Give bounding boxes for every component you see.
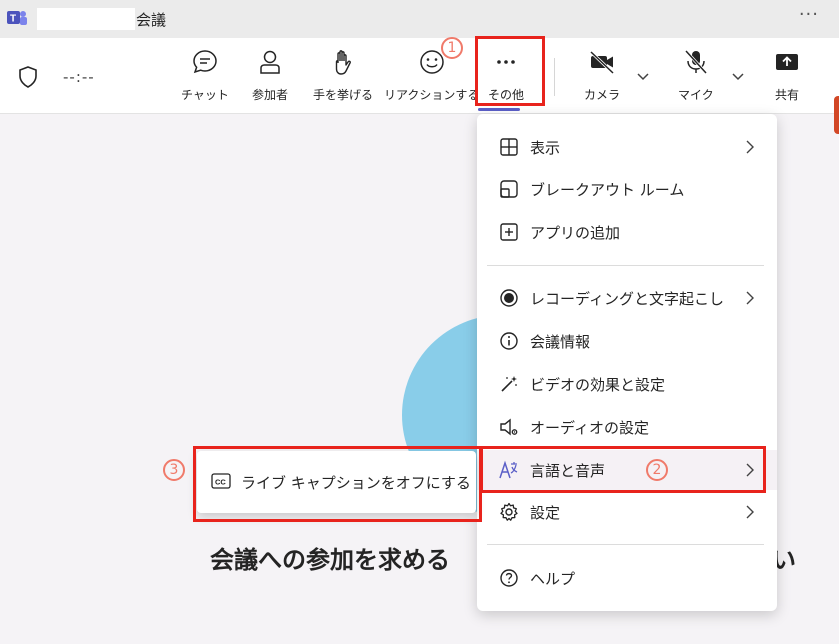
menu-divider: [487, 544, 764, 545]
menu-item-label: オーディオの設定: [530, 418, 649, 437]
more-active-indicator: [478, 108, 520, 111]
breakout-rooms-icon: [500, 180, 518, 198]
info-icon: [500, 332, 518, 350]
menu-item-video-effects[interactable]: ビデオの効果と設定: [477, 364, 777, 404]
camera-options-chevron-icon[interactable]: [636, 72, 650, 82]
menu-item-label: ヘルプ: [530, 569, 576, 588]
reactions-button[interactable]: リアクションする: [384, 48, 479, 108]
share-button[interactable]: 共有: [773, 48, 801, 108]
help-icon: [500, 569, 518, 587]
record-icon: [500, 289, 518, 307]
menu-divider: [487, 265, 764, 266]
step1-badge: 1: [441, 37, 463, 59]
window-title: 会議: [136, 11, 167, 29]
step2-badge: 2: [646, 459, 668, 481]
menu-item-view[interactable]: 表示: [477, 127, 777, 167]
step3-highlight-box: [193, 446, 482, 522]
menu-item-recording[interactable]: レコーディングと文字起こし: [477, 278, 777, 318]
chat-label: チャット: [181, 88, 229, 102]
mic-options-chevron-icon[interactable]: [731, 72, 745, 82]
chat-button[interactable]: チャット: [181, 48, 229, 108]
step1-highlight-box: [475, 36, 545, 106]
camera-off-icon: [589, 50, 615, 75]
menu-item-label: レコーディングと文字起こし: [530, 289, 724, 308]
chevron-right-icon: [746, 505, 754, 519]
grid-view-icon: [500, 138, 518, 156]
meeting-timer: --:--: [63, 68, 95, 86]
gear-icon: [500, 502, 518, 521]
people-button[interactable]: 参加者: [252, 48, 288, 108]
raise-hand-icon: [335, 50, 351, 75]
leave-button[interactable]: [834, 96, 839, 134]
menu-item-label: ビデオの効果と設定: [530, 375, 666, 394]
step2-highlight-box: [480, 446, 766, 493]
toolbar-divider: [554, 58, 555, 96]
mic-off-icon: [684, 49, 707, 75]
svg-text:T: T: [10, 14, 16, 25]
people-label: 参加者: [252, 88, 289, 102]
menu-item-meeting-info[interactable]: 会議情報: [477, 321, 777, 361]
raise-hand-label: 手を挙げる: [313, 88, 374, 102]
menu-item-settings[interactable]: 設定: [477, 492, 777, 532]
step3-badge: 3: [163, 459, 185, 481]
menu-item-help[interactable]: ヘルプ: [477, 558, 777, 598]
chevron-right-icon: [746, 291, 754, 305]
camera-label: カメラ: [584, 88, 621, 102]
menu-item-label: 表示: [530, 138, 561, 157]
speaker-settings-icon: [500, 418, 518, 436]
share-label: 共有: [774, 88, 799, 102]
people-icon: [260, 50, 280, 74]
more-menu: 表示 ブレークアウト ルーム アプリの追加 レコーディングと文字起こし 会議情報…: [477, 114, 777, 611]
camera-button[interactable]: カメラ: [584, 48, 620, 108]
chevron-right-icon: [746, 140, 754, 154]
chat-icon: [193, 50, 217, 74]
menu-item-label: 設定: [530, 503, 561, 522]
add-app-icon: [500, 223, 518, 241]
reactions-label: リアクションする: [384, 88, 480, 102]
teams-logo-icon: T: [7, 11, 27, 25]
shield-icon[interactable]: [18, 66, 38, 88]
title-redacted-area: [37, 8, 135, 30]
menu-item-audio-settings[interactable]: オーディオの設定: [477, 407, 777, 447]
menu-item-label: 会議情報: [530, 332, 591, 351]
mic-button[interactable]: マイク: [678, 48, 714, 108]
title-more-options-icon[interactable]: ···: [799, 4, 819, 25]
menu-item-label: アプリの追加: [530, 223, 621, 242]
menu-item-label: ブレークアウト ルーム: [530, 180, 685, 199]
meeting-toolbar: --:-- チャット 参加者 手を挙げる リアクションする その他 カメラ マイ…: [0, 38, 839, 134]
magic-wand-icon: [501, 376, 517, 392]
share-screen-icon: [776, 54, 798, 70]
mic-label: マイク: [678, 88, 714, 102]
join-request-heading: 会議への参加を求める: [210, 546, 450, 574]
raise-hand-button[interactable]: 手を挙げる: [313, 48, 373, 108]
menu-item-breakout-rooms[interactable]: ブレークアウト ルーム: [477, 169, 777, 209]
title-bar: T 会議 ···: [0, 0, 839, 38]
menu-item-add-app[interactable]: アプリの追加: [477, 212, 777, 252]
